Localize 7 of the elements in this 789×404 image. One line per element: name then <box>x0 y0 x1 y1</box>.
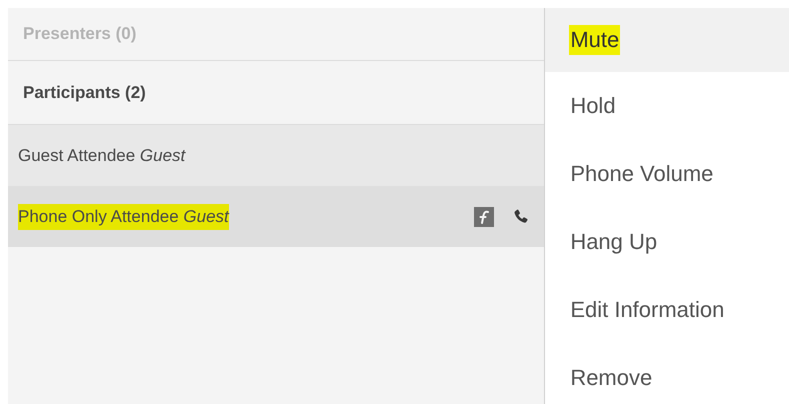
attendee-name: Phone Only Attendee Guest <box>18 204 229 230</box>
attendee-name: Guest Attendee Guest <box>18 144 186 166</box>
attendee-row[interactable]: Guest Attendee Guest <box>8 125 544 186</box>
menu-item[interactable]: Mute <box>545 8 789 72</box>
phone-icon[interactable] <box>512 208 530 226</box>
attendee-row[interactable]: Phone Only Attendee Guest <box>8 186 544 247</box>
square-f-icon[interactable] <box>474 206 494 226</box>
